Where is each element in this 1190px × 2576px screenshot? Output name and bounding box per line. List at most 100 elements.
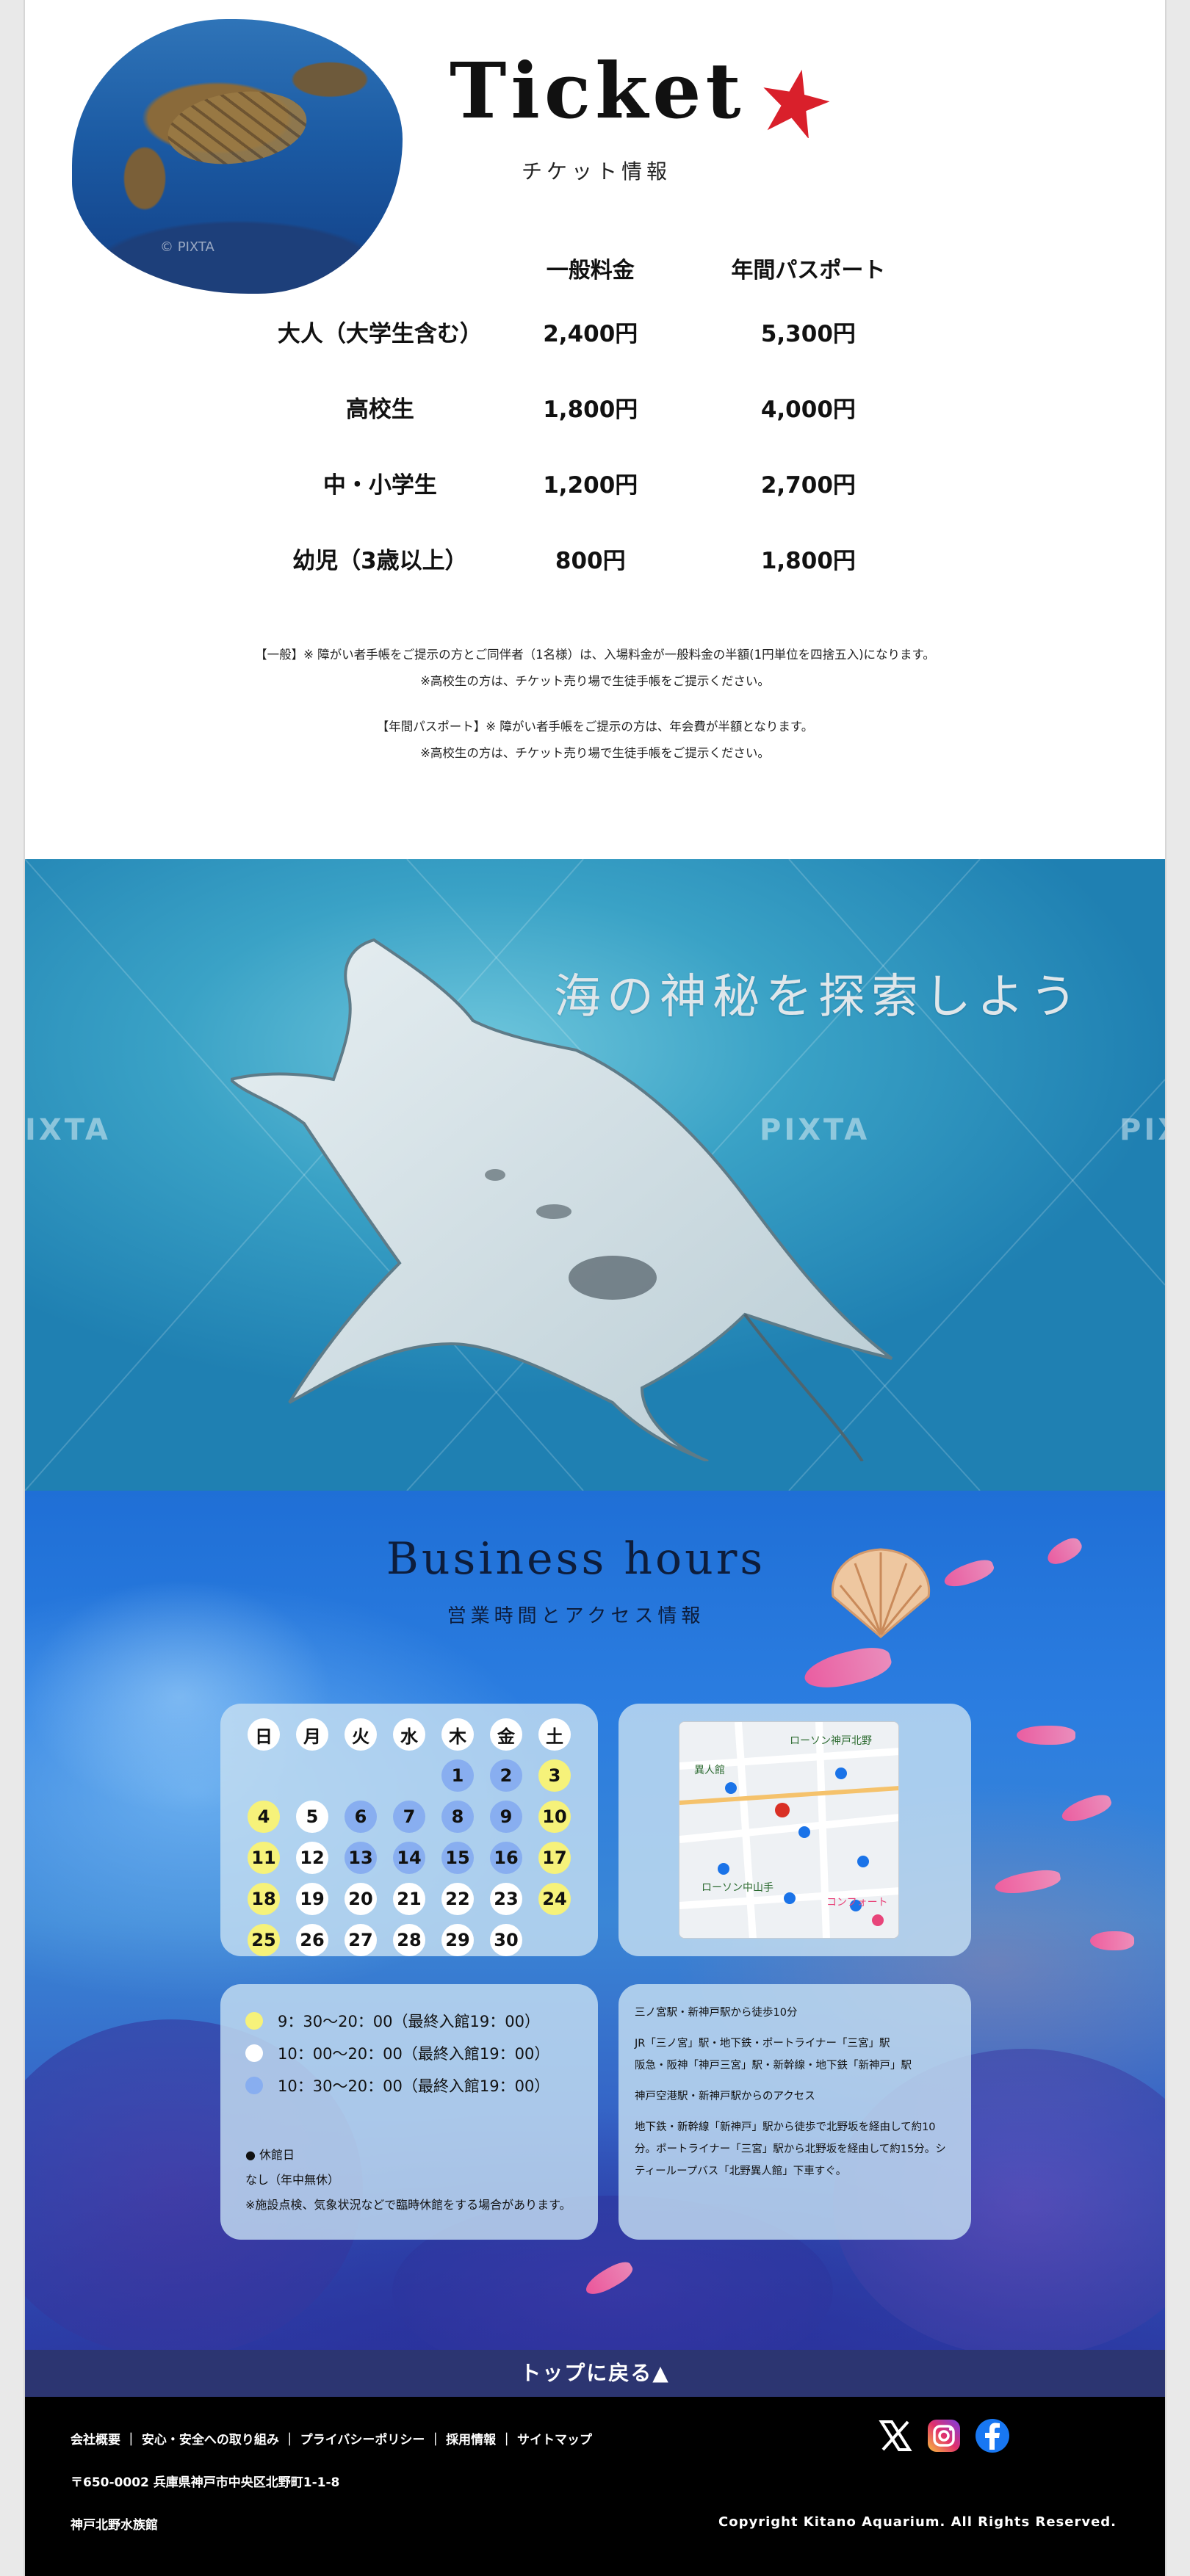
page-frame: © PIXTA Ticket チケット情報 一般料金 年間パスポート 大人（大学… xyxy=(25,0,1165,2576)
opening-hours-panel: 9：30〜20：00（最終入館19：00） 10：00〜20：00（最終入館19… xyxy=(220,1984,598,2240)
calendar-day: 14 xyxy=(393,1842,425,1874)
map-label: ローソン中山手 xyxy=(702,1882,774,1894)
calendar-day: 3 xyxy=(538,1759,571,1792)
hours-subtitle: 営業時間とアクセス情報 xyxy=(447,1605,705,1627)
calendar-empty xyxy=(538,1924,571,1956)
calendar-panel: 日 月 火 水 木 金 土 1 2 3 4 5 6 7 8 9 10 11 12 13 14 15 16 17 1… xyxy=(220,1704,598,1956)
instagram-icon[interactable] xyxy=(926,2417,962,2454)
schedule-row: 10：30〜20：00（最終入館19：00） xyxy=(245,2069,573,2102)
price-table-header: 一般料金 年間パスポート xyxy=(267,242,928,294)
access-map[interactable]: ローソン神戸北野 異人館 ローソン中山手 コンフォート xyxy=(679,1721,899,1939)
calendar-day: 2 xyxy=(490,1759,522,1792)
footer-links[interactable]: 会社概要 ｜ 安心・安全への取り組み ｜ プライバシーポリシー ｜ 採用情報 ｜… xyxy=(71,2429,592,2447)
note-student: ※高校生の方は、チケット売り場で生徒手帳をご提示ください。 xyxy=(420,746,770,760)
ticket-title: Ticket xyxy=(450,46,746,136)
weekday-label: 月 xyxy=(296,1718,328,1751)
access-heading: 神戸空港駅・新神戸駅からのアクセス xyxy=(635,2091,815,2102)
calendar-day: 18 xyxy=(248,1883,280,1915)
row-label: 中・小学生 xyxy=(322,472,437,499)
calendar-day: 9 xyxy=(490,1801,522,1833)
calendar-day: 29 xyxy=(441,1924,474,1956)
row-label: 大人（大学生含む） xyxy=(277,321,483,347)
closed-value: なし（年中無休） xyxy=(245,2173,340,2187)
annual-price: 1,800円 xyxy=(760,548,856,574)
weekday-label: 日 xyxy=(248,1718,280,1751)
general-price: 1,200円 xyxy=(543,472,638,499)
weekday-label: 金 xyxy=(490,1718,522,1751)
access-line: JR「三ノ宮」駅・地下鉄・ポートライナー「三宮」駅 xyxy=(635,2038,890,2049)
ticket-notes: 【一般】※ 障がい者手帳をご提示の方とご同伴者（1名様）は、入場料金が一般料金の… xyxy=(25,642,1165,767)
annual-price: 5,300円 xyxy=(760,321,856,347)
calendar-day: 20 xyxy=(345,1883,377,1915)
calendar-day: 12 xyxy=(296,1842,328,1874)
schedule-text: 10：00〜20：00（最終入館19：00） xyxy=(278,2045,550,2063)
calendar-empty xyxy=(248,1759,280,1792)
hero-catchphrase: 海の神秘を探索しよう xyxy=(554,970,1083,1024)
calendar-day: 4 xyxy=(248,1801,280,1833)
calendar-day: 17 xyxy=(538,1842,571,1874)
calendar-day: 8 xyxy=(441,1801,474,1833)
business-hours-section: Business hours 営業時間とアクセス情報 日 月 火 水 木 金 土… xyxy=(25,1491,1165,2350)
access-line: 阪急・阪神「神戸三宮」駅・新幹線・地下鉄「新神戸」駅 xyxy=(635,2060,912,2072)
photo-watermark: © PIXTA xyxy=(160,239,214,255)
calendar-day: 21 xyxy=(393,1883,425,1915)
footer-address: 〒650-0002 兵庫県神戸市中央区北野町1-1-8 xyxy=(71,2475,340,2490)
weekday-label: 木 xyxy=(441,1718,474,1751)
footer-name: 神戸北野水族館 xyxy=(71,2518,158,2533)
calendar-day: 16 xyxy=(490,1842,522,1874)
calendar-day: 25 xyxy=(248,1924,280,1956)
legend-dot xyxy=(245,2077,263,2094)
calendar-day: 22 xyxy=(441,1883,474,1915)
calendar-day: 1 xyxy=(441,1759,474,1792)
calendar-day: 11 xyxy=(248,1842,280,1874)
table-row: 幼児（3歳以上） 800円 1,800円 xyxy=(267,521,928,596)
copyright: Copyright Kitano Aquarium. All Rights Re… xyxy=(718,2514,1117,2530)
calendar-day: 6 xyxy=(345,1801,377,1833)
hours-title: Business hours xyxy=(386,1533,766,1585)
site-footer: 会社概要 ｜ 安心・安全への取り組み ｜ プライバシーポリシー ｜ 採用情報 ｜… xyxy=(25,2397,1165,2576)
access-line: 三ノ宮駅・新神戸駅から徒歩10分 xyxy=(635,2007,798,2019)
table-row: 大人（大学生含む） 2,400円 5,300円 xyxy=(267,294,928,369)
table-row: 高校生 1,800円 4,000円 xyxy=(267,369,928,445)
calendar-empty xyxy=(296,1759,328,1792)
ticket-section: © PIXTA Ticket チケット情報 一般料金 年間パスポート 大人（大学… xyxy=(25,0,1165,859)
note-general: 【一般】※ 障がい者手帳をご提示の方とご同伴者（1名様）は、入場料金が一般料金の… xyxy=(255,648,935,662)
calendar-day: 7 xyxy=(393,1801,425,1833)
x-icon[interactable] xyxy=(877,2417,914,2454)
calendar-day: 27 xyxy=(345,1924,377,1956)
schedule-row: 10：00〜20：00（最終入館19：00） xyxy=(245,2037,573,2069)
legend-dot xyxy=(245,2012,263,2030)
calendar-day: 10 xyxy=(538,1801,571,1833)
weekday-label: 土 xyxy=(538,1718,571,1751)
calendar-day: 24 xyxy=(538,1883,571,1915)
note-annual: 【年間パスポート】※ 障がい者手帳をご提示の方は、年会費が半額となります。 xyxy=(376,720,814,734)
calendar-day: 30 xyxy=(490,1924,522,1956)
watermark-text: PIXTA xyxy=(1119,1113,1165,1147)
facebook-icon[interactable] xyxy=(974,2417,1011,2454)
general-price: 1,800円 xyxy=(543,397,638,423)
calendar-day: 15 xyxy=(441,1842,474,1874)
calendar-empty xyxy=(393,1759,425,1792)
map-label: ローソン神戸北野 xyxy=(790,1735,872,1747)
note-student: ※高校生の方は、チケット売り場で生徒手帳をご提示ください。 xyxy=(420,674,770,688)
calendar-day: 28 xyxy=(393,1924,425,1956)
general-price: 2,400円 xyxy=(543,321,638,347)
calendar-day: 5 xyxy=(296,1801,328,1833)
column-header: 年間パスポート xyxy=(731,258,886,283)
back-to-top-button[interactable]: トップに戻る▲ xyxy=(25,2350,1165,2397)
calendar-day: 19 xyxy=(296,1883,328,1915)
calendar-day: 23 xyxy=(490,1883,522,1915)
column-header: 一般料金 xyxy=(546,258,635,283)
calendar-grid: 日 月 火 水 木 金 土 1 2 3 4 5 6 7 8 9 10 11 12 13 14 15 16 17 1… xyxy=(235,1718,583,1956)
map-label: コンフォート xyxy=(826,1897,888,1909)
map-label: 異人館 xyxy=(694,1764,725,1776)
row-label: 高校生 xyxy=(345,397,414,423)
general-price: 800円 xyxy=(555,548,626,574)
star-icon xyxy=(763,69,830,138)
closed-note: ※施設点検、気象状況などで臨時休館をする場合があります。 xyxy=(245,2198,571,2212)
map-panel: ローソン神戸北野 異人館 ローソン中山手 コンフォート xyxy=(619,1704,971,1956)
schedule-row: 9：30〜20：00（最終入館19：00） xyxy=(245,2005,573,2037)
calendar-day: 13 xyxy=(345,1842,377,1874)
price-table: 一般料金 年間パスポート 大人（大学生含む） 2,400円 5,300円 高校生… xyxy=(267,242,928,596)
manta-hero: IXTA PIXTA PIXTA PIXTA 海の神秘を探索しよう xyxy=(25,859,1165,1491)
